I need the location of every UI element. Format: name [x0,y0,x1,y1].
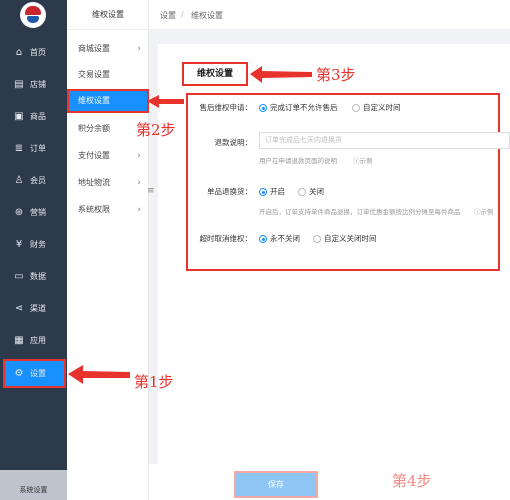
subnav-item-label: 维权设置 [78,96,110,105]
arrow-step1 [68,365,130,384]
collapse-icon[interactable]: ≡ [147,186,155,196]
arrow-step3 [250,66,312,83]
annotation-arrows [68,66,385,493]
subnav-item-rights[interactable]: 维权设置 [67,89,149,113]
annotation-step4: 第4步 [392,472,432,490]
arrow-step2 [147,95,184,108]
save-button[interactable]: 保存 [234,471,318,498]
save-bar [149,464,510,500]
annotation-step1: 第1步 [134,373,174,391]
annotation-step2: 第2步 [136,121,176,139]
annotation-step3: 第3步 [316,66,356,84]
